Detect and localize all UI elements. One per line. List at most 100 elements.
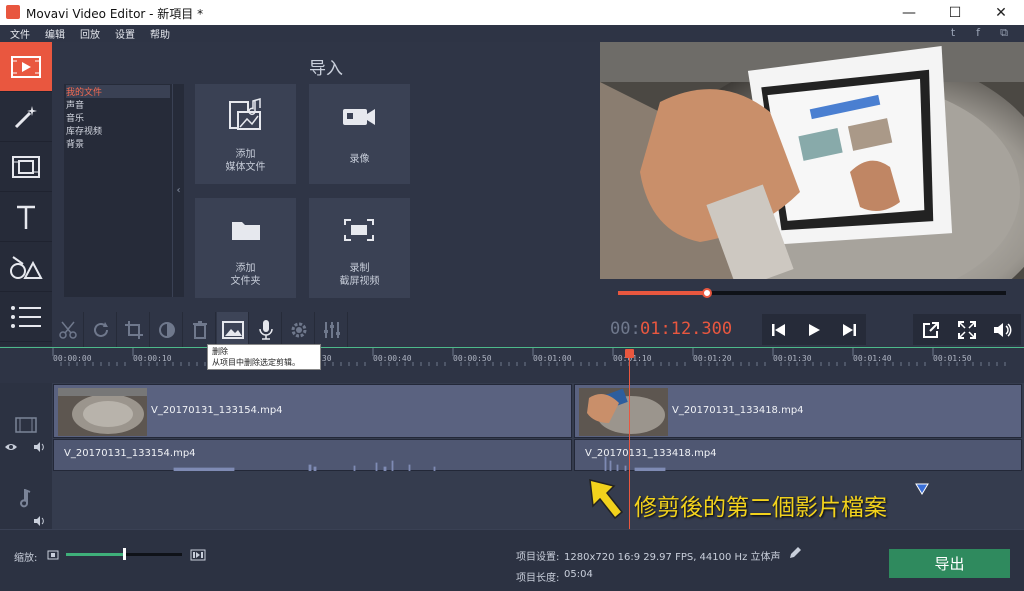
screen-capture-icon [344, 219, 374, 241]
trash-icon [192, 320, 207, 339]
slideshow-button[interactable] [217, 312, 249, 347]
clip-properties-button[interactable] [283, 312, 315, 347]
video-clip-1[interactable]: V_20170131_133154.mp4 [53, 384, 572, 438]
pencil-icon[interactable] [788, 546, 802, 560]
facebook-icon[interactable]: f [970, 26, 986, 41]
audio-clip-2[interactable]: V_20170131_133418.mp4 [574, 439, 1022, 471]
fullscreen-icon [958, 320, 976, 339]
volume-button[interactable] [985, 314, 1021, 345]
playhead-handle[interactable] [625, 349, 634, 358]
record-screencast-tile[interactable]: 录制 截屏视频 [309, 198, 410, 298]
record-video-tile[interactable]: 录像 [309, 84, 410, 184]
share-icon[interactable]: ⧉ [996, 26, 1012, 41]
status-bar: 缩放: 项目设置: 1280x720 16:9 29.97 FPS, 44100… [0, 529, 1024, 591]
export-button[interactable]: 导出 [889, 549, 1010, 578]
category-backgrounds[interactable]: 背景 [66, 137, 84, 150]
play-icon [809, 323, 820, 336]
video-track-volume-icon[interactable] [33, 441, 47, 453]
zoom-slider-handle[interactable] [123, 548, 126, 560]
add-media-files-tile[interactable]: 添加 媒体文件 [195, 84, 296, 184]
callouts-tool[interactable] [0, 242, 52, 292]
fullscreen-button[interactable] [949, 314, 985, 345]
ruler-tick-label: 00:01:40 [853, 354, 892, 363]
eye-icon[interactable] [4, 442, 18, 452]
rotate-button[interactable] [85, 312, 117, 347]
annotation-text: 修剪後的第二個影片檔案 [634, 495, 887, 521]
maximize-button[interactable]: ☐ [932, 0, 978, 25]
zoom-in-icon[interactable] [190, 549, 206, 561]
split-button[interactable] [52, 312, 84, 347]
clip-name: V_20170131_133418.mp4 [672, 405, 804, 416]
gear-icon [291, 322, 306, 337]
scissors-icon [58, 321, 77, 339]
audio-clip-1[interactable]: V_20170131_133154.mp4 [53, 439, 572, 471]
transitions-tool[interactable] [0, 142, 52, 192]
category-music[interactable]: 音乐 [66, 111, 84, 124]
text-icon [17, 205, 35, 229]
minimize-button[interactable]: — [886, 0, 932, 25]
filters-tool[interactable] [0, 92, 52, 142]
ruler-tick-label: 00:01:00 [533, 354, 572, 363]
scrubber-handle[interactable] [702, 288, 713, 298]
more-tools[interactable] [0, 292, 52, 342]
timeline-ruler[interactable]: 00:00:0000:00:1000:00:2000:00:3000:00:40… [0, 347, 1024, 383]
titles-tool[interactable] [0, 192, 52, 242]
clip-name: V_20170131_133154.mp4 [151, 405, 283, 416]
skip-forward-icon [842, 323, 856, 336]
video-clip-2[interactable]: V_20170131_133418.mp4 [574, 384, 1022, 438]
preview-scrubber[interactable] [600, 279, 1024, 312]
collapse-list-button[interactable]: ‹ [172, 84, 184, 297]
category-stock-video[interactable]: 库存视频 [66, 124, 102, 137]
ruler-tick-label: 00:01:20 [693, 354, 732, 363]
preview-frame [600, 42, 1024, 279]
crop-button[interactable] [118, 312, 150, 347]
delete-button[interactable] [184, 312, 216, 347]
play-button[interactable] [797, 314, 832, 345]
zoom-out-icon[interactable] [47, 550, 59, 560]
audio-properties-button[interactable] [316, 312, 348, 347]
color-adjust-button[interactable] [151, 312, 183, 347]
add-folder-line1: 添加 [235, 263, 256, 274]
delete-tooltip: 删除 从项目中删除选定剪辑。 [207, 344, 321, 370]
menu-edit[interactable]: 编辑 [45, 26, 65, 41]
playhead-line[interactable] [629, 355, 630, 529]
category-sounds[interactable]: 声音 [66, 98, 84, 111]
color-adjust-icon [158, 321, 175, 338]
menu-help[interactable]: 帮助 [150, 26, 170, 41]
previous-frame-button[interactable] [762, 314, 797, 345]
window-title: Movavi Video Editor - 新項目 * [26, 7, 204, 21]
category-my-files[interactable]: 我的文件 [66, 85, 170, 98]
playback-controls: 00: 01:12.300 [600, 312, 1024, 347]
ruler-tick-label: 00:00:10 [133, 354, 172, 363]
import-tool[interactable] [0, 42, 52, 92]
menu-settings[interactable]: 设置 [115, 26, 135, 41]
app-icon [6, 5, 20, 19]
image-icon [221, 320, 244, 339]
add-media-files-line2: 媒体文件 [225, 162, 266, 173]
video-preview[interactable] [600, 42, 1024, 279]
record-audio-button[interactable] [250, 312, 282, 347]
crop-icon [124, 320, 143, 339]
camera-icon [343, 109, 375, 125]
import-panel: 导入 我的文件 声音 音乐 库存视频 背景 ‹ 添加 媒体文件 录像 添加 文件… [52, 42, 600, 312]
twitter-icon[interactable]: t [945, 26, 961, 41]
detach-preview-button[interactable] [913, 314, 949, 345]
next-frame-button[interactable] [831, 314, 866, 345]
ruler-tick-label: 00:00:00 [53, 354, 92, 363]
menu-playback[interactable]: 回放 [80, 26, 100, 41]
record-screencast-line2: 截屏视频 [339, 276, 380, 287]
menu-file[interactable]: 文件 [10, 26, 30, 41]
clip-thumbnail [579, 388, 668, 436]
record-screencast-line1: 录制 [349, 263, 370, 274]
film-icon [11, 55, 41, 78]
microphone-icon [258, 319, 273, 340]
music-track-volume-icon[interactable] [33, 515, 47, 527]
shapes-icon [10, 255, 43, 279]
close-button[interactable]: ✕ [978, 0, 1024, 25]
ruler-tick-label: 00:01:50 [933, 354, 972, 363]
edit-toolbar [52, 312, 600, 347]
zoom-label: 缩放: [14, 553, 38, 564]
media-files-icon [229, 98, 261, 130]
tooltip-description: 从项目中删除选定剪辑。 [212, 358, 300, 367]
add-folder-tile[interactable]: 添加 文件夹 [195, 198, 296, 298]
